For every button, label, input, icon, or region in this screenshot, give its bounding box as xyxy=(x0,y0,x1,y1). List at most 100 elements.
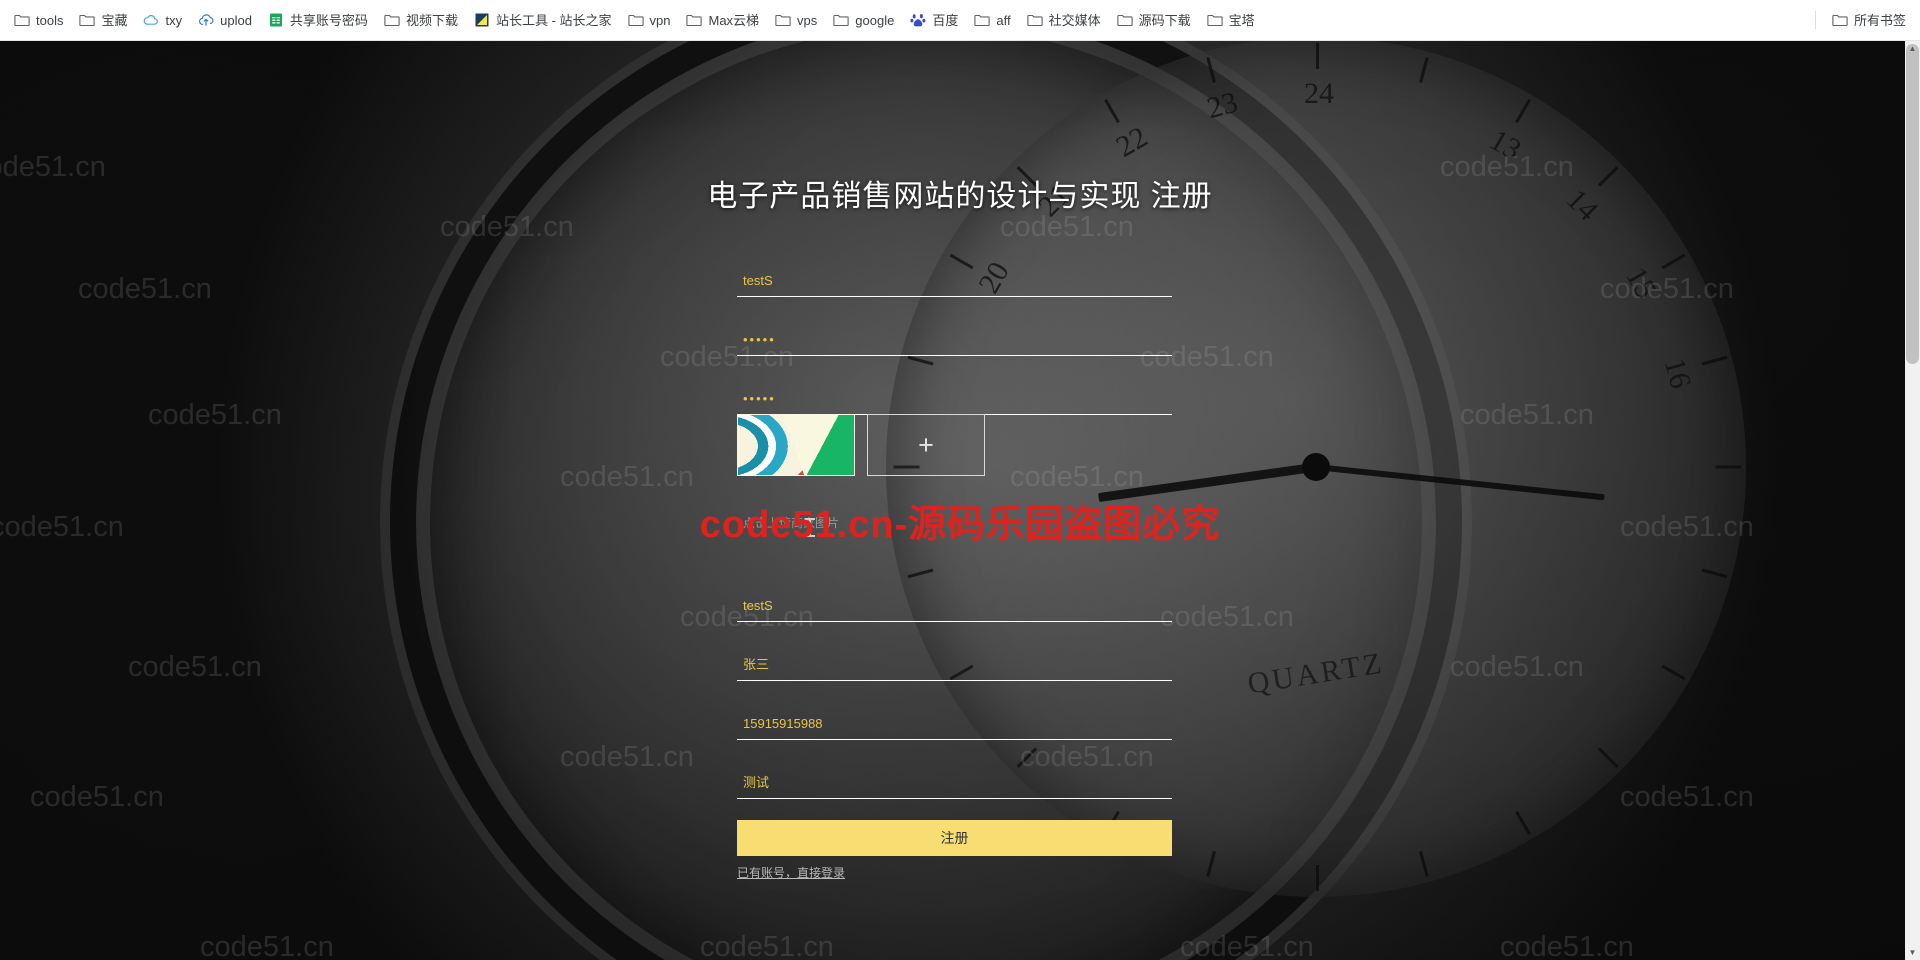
login-link[interactable]: 已有账号，直接登录 xyxy=(737,864,845,881)
all-bookmarks-button[interactable]: 所有书签 xyxy=(1824,8,1914,32)
page-title: 电子产品销售网站的设计与实现 注册 xyxy=(707,180,1213,213)
watch-tick xyxy=(1515,810,1531,835)
bookmark-label: 站长工具 - 站长之家 xyxy=(495,12,612,28)
watch-center-pin xyxy=(1302,453,1330,481)
bookmark-item-source-download[interactable]: 源码下载 xyxy=(1109,8,1199,32)
bookmark-item-baidu[interactable]: 百度 xyxy=(902,8,966,32)
form-fields-bottom: testS 张三 15915915988 测试 xyxy=(737,576,1172,812)
bookmark-item-baozang[interactable]: 宝藏 xyxy=(71,8,135,32)
folder-icon xyxy=(14,14,30,27)
username-value: testS xyxy=(743,273,773,288)
bookmark-label: uplod xyxy=(220,12,252,28)
watch-tick xyxy=(1715,465,1742,469)
watch-tick xyxy=(1206,57,1216,83)
watch-numeral: 24 xyxy=(1304,77,1334,110)
remark-field[interactable]: 测试 xyxy=(737,753,1172,799)
bookmark-item-tools[interactable]: tools xyxy=(6,8,71,32)
bookmark-item-txy[interactable]: txy xyxy=(135,8,190,32)
scroll-up-arrow-icon[interactable]: ▲ xyxy=(1905,41,1920,56)
watch-tick xyxy=(1206,851,1216,877)
folder-icon xyxy=(1206,14,1223,27)
baidu-icon xyxy=(910,14,926,27)
bookmark-label: 社交媒体 xyxy=(1048,12,1101,28)
bookmark-item-shared-passwords[interactable]: 共享账号密码 xyxy=(260,8,376,32)
bookmark-item-baota[interactable]: 宝塔 xyxy=(1199,8,1263,32)
username-field[interactable]: testS xyxy=(737,251,1172,297)
upload-cloud-icon xyxy=(199,14,214,26)
watch-numeral: 15 xyxy=(1619,261,1663,305)
folder-icon xyxy=(1832,14,1848,27)
bookmark-item-uplod[interactable]: uplod xyxy=(190,8,260,32)
bookmark-item-google[interactable]: google xyxy=(825,8,902,32)
watch-tick xyxy=(1419,851,1429,877)
watch-numeral: 22 xyxy=(1110,120,1154,164)
bookmark-label: 宝藏 xyxy=(101,12,128,28)
confirm-password-field[interactable]: ••••• xyxy=(737,369,1172,415)
chinaz-icon xyxy=(475,13,489,27)
watch-tick xyxy=(1104,99,1120,124)
merchant-name-value: 张三 xyxy=(743,657,770,672)
text-cursor-icon xyxy=(805,518,815,537)
watch-tick xyxy=(1597,747,1619,768)
bookmark-label: 视频下载 xyxy=(405,12,458,28)
scroll-down-arrow-icon[interactable]: ▼ xyxy=(1905,945,1920,960)
bookmark-label: 源码下载 xyxy=(1138,12,1191,28)
folder-icon xyxy=(974,14,990,27)
bookmark-item-chinaz[interactable]: 站长工具 - 站长之家 xyxy=(466,8,620,32)
sheets-icon xyxy=(269,13,282,27)
watch-brand-text: QUARTZ xyxy=(1245,646,1387,701)
folder-icon xyxy=(627,14,644,27)
folder-icon xyxy=(1116,14,1133,27)
bookmark-item-video-download[interactable]: 视频下载 xyxy=(376,8,466,32)
image-upload-block: + 点击上传商家图片 xyxy=(737,414,1172,544)
bookmark-label: txy xyxy=(165,12,183,28)
scrollbar-thumb[interactable] xyxy=(1906,44,1919,364)
folder-icon xyxy=(833,14,849,27)
all-bookmarks-label: 所有书签 xyxy=(1853,12,1906,28)
bookmark-label: vps xyxy=(797,12,818,28)
bookmark-label: google xyxy=(855,12,895,28)
watch-tick xyxy=(1419,57,1429,83)
watch-tick xyxy=(1701,568,1728,579)
watch-tick xyxy=(1316,43,1319,69)
register-button[interactable]: 注册 xyxy=(737,820,1172,856)
uploaded-image-thumbnail[interactable] xyxy=(737,414,855,476)
watch-numeral: 13 xyxy=(1484,123,1527,167)
account-field[interactable]: testS xyxy=(737,576,1172,622)
bookmark-item-social-media[interactable]: 社交媒体 xyxy=(1019,8,1109,32)
add-image-button[interactable]: + xyxy=(867,414,985,476)
bookmark-label: 百度 xyxy=(932,12,959,28)
remark-value: 测试 xyxy=(743,775,770,790)
watch-tick xyxy=(1515,99,1531,124)
bookmark-label: tools xyxy=(36,12,64,28)
bookmark-item-max-cloud[interactable]: Max云梯 xyxy=(678,8,767,32)
bookmark-item-vps[interactable]: vps xyxy=(767,8,825,32)
phone-value: 15915915988 xyxy=(743,716,823,731)
watch-numeral: 16 xyxy=(1657,354,1698,392)
password-field[interactable]: ••••• xyxy=(737,310,1172,356)
upload-hint-text: 点击上传商家图片 xyxy=(743,516,840,530)
phone-field[interactable]: 15915915988 xyxy=(737,694,1172,740)
bookmark-label: vpn xyxy=(649,12,671,28)
bookmark-label: 宝塔 xyxy=(1228,12,1255,28)
folder-icon xyxy=(686,14,703,27)
folder-icon xyxy=(384,14,400,27)
bookmark-label: 共享账号密码 xyxy=(289,12,368,28)
bookmark-item-vpn[interactable]: vpn xyxy=(620,8,679,32)
web-page: 20 21 22 23 24 13 14 15 16 QUARTZ code51… xyxy=(0,41,1920,960)
watch-tick xyxy=(1661,253,1686,270)
folder-icon xyxy=(775,14,791,27)
plus-icon: + xyxy=(918,429,934,460)
folder-icon xyxy=(1026,14,1043,27)
password-value: ••••• xyxy=(743,332,776,347)
watch-minute-hand xyxy=(1315,464,1605,501)
bookmark-item-aff[interactable]: aff xyxy=(966,8,1018,32)
bookmark-label: Max云梯 xyxy=(708,12,760,28)
cloud-icon xyxy=(144,15,159,25)
form-fields-top: testS ••••• ••••• xyxy=(737,251,1172,428)
watch-tick xyxy=(1661,664,1686,681)
confirm-password-value: ••••• xyxy=(743,391,776,406)
bookmark-bar: tools 宝藏 txy uplod 共享账号密码 视频下载 站长工具 - 站长… xyxy=(0,0,1920,41)
merchant-name-field[interactable]: 张三 xyxy=(737,635,1172,681)
watch-tick xyxy=(1701,355,1728,366)
